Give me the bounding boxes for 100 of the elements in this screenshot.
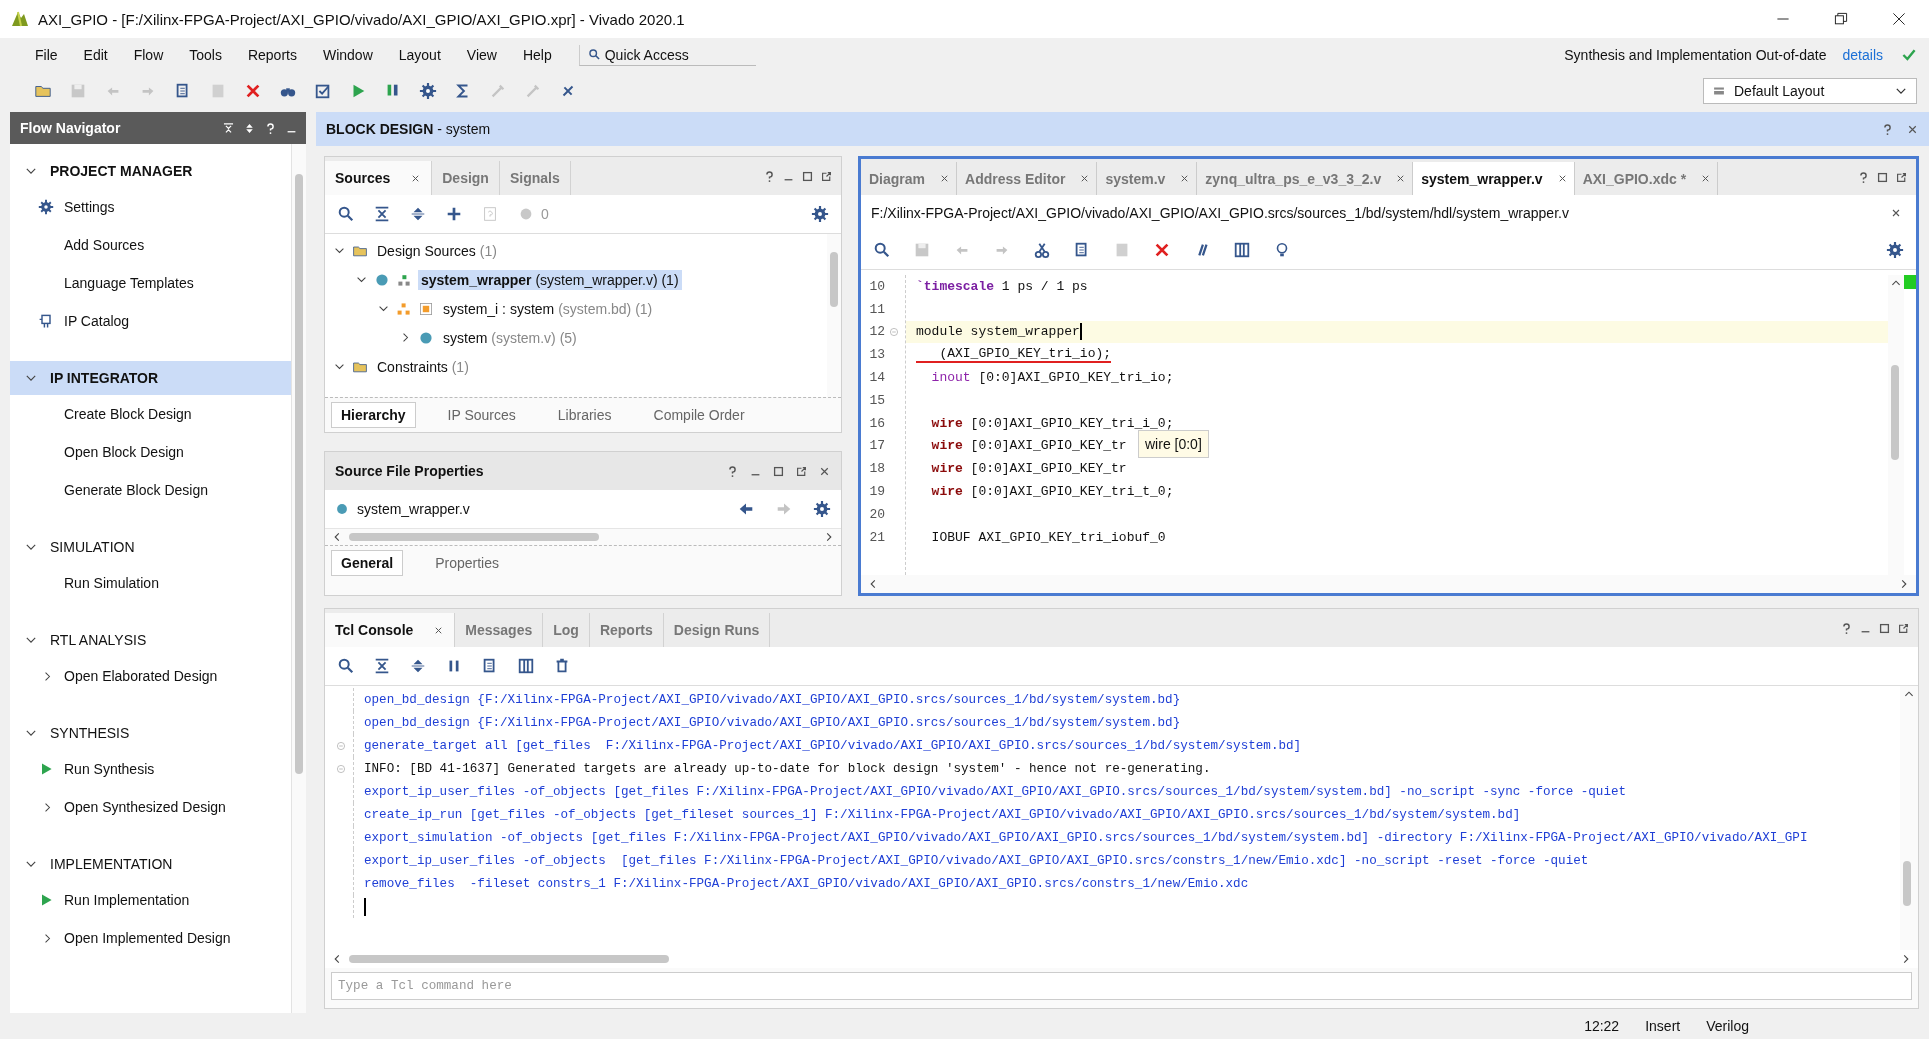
search-icon[interactable]	[873, 241, 891, 259]
tab[interactable]: system_wrapper.v	[1413, 162, 1575, 195]
expand-all-icon[interactable]	[409, 657, 427, 675]
nav-item[interactable]: Settings	[64, 199, 115, 215]
menu-item[interactable]: Reports	[234, 47, 310, 63]
settings-icon[interactable]	[1886, 241, 1904, 259]
search-icon[interactable]	[337, 657, 355, 675]
nav-item[interactable]: Generate Block Design	[64, 482, 208, 498]
float-icon[interactable]	[795, 464, 808, 478]
collapse-all-icon[interactable]	[222, 121, 235, 135]
tcl-input-field[interactable]: Type a Tcl command here	[331, 972, 1912, 1000]
section-heading[interactable]: PROJECT MANAGER	[10, 154, 291, 188]
code-line: (AXI_GPIO_KEY_tri_io);	[916, 346, 1112, 364]
scrollbar[interactable]	[1888, 275, 1904, 575]
quick-access-field[interactable]: Quick Access	[578, 44, 756, 66]
maximize-icon[interactable]	[801, 169, 814, 183]
columns-icon[interactable]	[1233, 241, 1251, 259]
tab[interactable]: General	[331, 550, 404, 576]
help-icon[interactable]	[763, 169, 776, 183]
float-icon[interactable]	[1895, 170, 1908, 184]
nav-item[interactable]: Add Sources	[64, 237, 145, 253]
menu-item[interactable]: Layout	[385, 47, 454, 63]
console-line: export_ip_user_files -of_objects [get_files F:/Xilinx-FPGA-Project/AXI_GPIO/vivado/AXI_GPIO/AXI_GPIO.srcs/constrs_1/new/Emio.xdc] -no_script -reset -force -quiet	[364, 853, 1589, 868]
scrollbar-thumb[interactable]	[830, 252, 838, 307]
menu-item[interactable]: Window	[309, 47, 386, 63]
help-icon[interactable]	[1881, 122, 1894, 136]
settings-icon[interactable]	[811, 205, 829, 223]
tab[interactable]: IP Sources	[437, 402, 526, 428]
scrollbar-thumb[interactable]	[1903, 861, 1911, 906]
help-icon[interactable]	[264, 121, 277, 135]
columns-icon[interactable]	[517, 657, 535, 675]
float-icon[interactable]	[1897, 621, 1910, 635]
details-link[interactable]: details	[1842, 47, 1883, 63]
menu-item[interactable]: File	[22, 47, 71, 63]
tab[interactable]: Hierarchy	[331, 402, 416, 428]
close-icon[interactable]	[1890, 207, 1902, 219]
settings-icon[interactable]	[813, 500, 831, 518]
tree-item[interactable]: Design Sources (1)	[374, 240, 500, 261]
nav-item[interactable]: Open Block Design	[64, 444, 184, 460]
tab[interactable]: Compile Order	[643, 402, 755, 428]
nav-item[interactable]: Create Block Design	[64, 406, 192, 422]
nav-item[interactable]: Run Implementation	[64, 892, 190, 908]
tree-item[interactable]: system_wrapper (system_wrapper.v) (1)	[418, 269, 682, 290]
section-heading[interactable]: SYNTHESIS	[10, 716, 291, 750]
help-icon[interactable]	[1857, 170, 1870, 184]
scrollbar[interactable]	[827, 234, 841, 397]
layout-dropdown[interactable]: Default Layout	[1703, 78, 1917, 104]
menu-item[interactable]: Flow	[120, 47, 177, 63]
scrollbar-thumb[interactable]	[1891, 365, 1899, 460]
scrollbar[interactable]	[861, 575, 1916, 593]
delete-icon[interactable]	[1153, 241, 1171, 259]
scrollbar-thumb[interactable]	[349, 533, 599, 541]
scrollbar[interactable]	[291, 144, 306, 1013]
tab[interactable]: Libraries	[547, 402, 622, 428]
maximize-icon[interactable]	[1878, 621, 1891, 635]
console-line: export_simulation -of_objects [get_files F:/Xilinx-FPGA-Project/AXI_GPIO/vivado/AXI_GPIO/AXI_GPIO.srcs/sources_1/bd/system/system.bd] -directory F:/Xilinx-FPGA-Project/AXI_GPIO/vivado/AXI_GPI	[364, 830, 1808, 845]
nav-item[interactable]: Language Templates	[64, 275, 194, 291]
menu-item[interactable]: Help	[509, 47, 565, 63]
scrollbar[interactable]	[1900, 686, 1918, 950]
tab[interactable]: Tcl Console	[325, 613, 456, 647]
add-icon[interactable]	[445, 205, 463, 223]
collapse-all-icon[interactable]	[373, 657, 391, 675]
collapse-all-icon[interactable]	[373, 205, 391, 223]
text-cursor	[1079, 323, 1082, 341]
checklist-icon[interactable]	[314, 82, 332, 100]
tab[interactable]: Properties	[425, 550, 509, 576]
tree-item[interactable]: Constraints (1)	[374, 356, 472, 377]
close-icon[interactable]	[1891, 11, 1907, 27]
nav-item[interactable]: IP Catalog	[64, 313, 130, 329]
nav-item[interactable]: Run Synthesis	[64, 761, 155, 777]
menu-item[interactable]: Tools	[176, 47, 235, 63]
nav-item[interactable]: Open Implemented Design	[64, 930, 231, 946]
section-heading[interactable]: IMPLEMENTATION	[10, 847, 291, 881]
settings-icon[interactable]	[419, 82, 437, 100]
restore-icon[interactable]	[1833, 11, 1849, 27]
section-heading[interactable]: RTL ANALYSIS	[10, 623, 291, 657]
tree-item[interactable]: system (system.v) (5)	[440, 327, 580, 348]
scrollbar[interactable]	[325, 950, 1918, 968]
menu-item[interactable]: View	[453, 47, 510, 63]
scrollbar-thumb[interactable]	[295, 174, 303, 774]
section-heading[interactable]: IP INTEGRATOR	[10, 361, 291, 395]
expand-all-icon[interactable]	[409, 205, 427, 223]
tree-item[interactable]: system_i : system (system.bd) (1)	[440, 298, 656, 319]
search-icon[interactable]	[337, 205, 355, 223]
tab[interactable]: Sources	[325, 161, 433, 195]
help-icon[interactable]	[1840, 621, 1853, 635]
maximize-icon[interactable]	[1876, 170, 1889, 184]
delete-icon[interactable]	[244, 82, 262, 100]
help-icon[interactable]	[726, 464, 739, 478]
line-number: 17	[868, 438, 885, 454]
menu-item[interactable]: Edit	[70, 47, 121, 63]
nav-item[interactable]: Run Simulation	[64, 575, 159, 591]
scrollbar-thumb[interactable]	[349, 955, 669, 963]
text-cursor	[364, 897, 366, 916]
nav-item[interactable]: Open Elaborated Design	[64, 668, 218, 684]
nav-item[interactable]: Open Synthesized Design	[64, 799, 226, 815]
cut-icon[interactable]	[1033, 241, 1051, 259]
maximize-icon[interactable]	[772, 464, 785, 478]
section-heading[interactable]: SIMULATION	[10, 530, 291, 564]
float-icon[interactable]	[820, 169, 833, 183]
